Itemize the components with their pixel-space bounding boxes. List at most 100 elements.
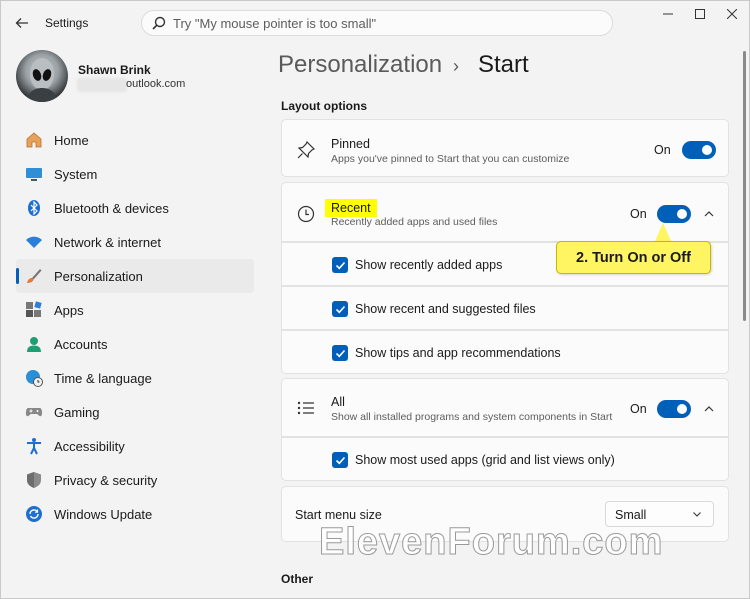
sidebar-item-label: Network & internet [54, 234, 161, 250]
sidebar-item-label: Accessibility [54, 438, 125, 454]
sidebar-item-label: Bluetooth & devices [54, 200, 169, 216]
sidebar-item-network[interactable]: Network & internet [16, 225, 254, 259]
update-icon [25, 505, 43, 523]
search-input[interactable] [173, 15, 593, 32]
chevron-up-icon[interactable] [702, 402, 716, 416]
show-tips-checkbox[interactable] [332, 345, 348, 361]
sidebar-item-label: Time & language [54, 370, 152, 386]
pinned-title: Pinned [331, 137, 370, 151]
page-title: Start [478, 51, 529, 78]
sidebar-item-time-language[interactable]: Time & language [16, 361, 254, 395]
app-title: Settings [45, 16, 89, 30]
wifi-icon [25, 233, 43, 251]
sidebar-item-personalization[interactable]: Personalization [16, 259, 254, 293]
sidebar-item-windows-update[interactable]: Windows Update [16, 497, 254, 531]
sidebar-item-label: Home [54, 132, 89, 148]
checkmark-icon [335, 305, 345, 313]
all-title: All [331, 395, 345, 409]
brush-icon [25, 267, 43, 285]
search-box[interactable] [141, 10, 613, 36]
sidebar-item-accessibility[interactable]: Accessibility [16, 429, 254, 463]
email-redaction [77, 78, 127, 92]
close-button[interactable] [717, 7, 747, 21]
sidebar-item-gaming[interactable]: Gaming [16, 395, 254, 429]
all-toggle-state: On [630, 402, 647, 416]
sidebar-item-home[interactable]: Home [16, 123, 254, 157]
accessibility-icon [25, 437, 43, 455]
checkbox-label: Show recent and suggested files [355, 302, 536, 316]
sidebar-item-privacy[interactable]: Privacy & security [16, 463, 254, 497]
all-toggle[interactable] [657, 400, 691, 418]
checkbox-label: Show most used apps (grid and list views… [355, 453, 615, 467]
section-title-other: Other [281, 572, 314, 586]
search-icon [152, 16, 166, 30]
sidebar-item-accounts[interactable]: Accounts [16, 327, 254, 361]
sidebar-item-label: Accounts [54, 336, 108, 352]
scrollbar[interactable] [743, 51, 746, 321]
checkmark-icon [335, 456, 345, 464]
monitor-icon [25, 165, 43, 183]
list-icon [296, 398, 316, 418]
sidebar-item-system[interactable]: System [16, 157, 254, 191]
maximize-button[interactable] [685, 7, 715, 21]
title-bar: Settings [1, 1, 750, 45]
breadcrumb-separator: › [453, 56, 459, 76]
annotation-callout: 2. Turn On or Off [556, 241, 711, 274]
recent-title: Recent [325, 199, 377, 217]
dropdown-value: Small [615, 508, 647, 522]
all-subtitle: Show all installed programs and system c… [331, 411, 613, 423]
shield-icon [25, 471, 43, 489]
gamepad-icon [25, 403, 43, 421]
back-arrow-icon [15, 18, 28, 28]
sidebar-item-label: Privacy & security [54, 472, 158, 488]
clock-icon [296, 204, 316, 224]
maximize-icon [695, 9, 705, 19]
sidebar-item-label: Windows Update [54, 506, 153, 522]
watermark: ElevenForum.com [318, 521, 664, 564]
chevron-up-icon[interactable] [702, 207, 716, 221]
list-item: Show tips and app recommendations [281, 330, 729, 374]
checkmark-icon [335, 261, 345, 269]
sidebar-item-label: Gaming [54, 404, 100, 420]
chevron-down-icon [691, 508, 703, 520]
breadcrumb-parent[interactable]: Personalization [278, 51, 442, 79]
pinned-toggle[interactable] [682, 141, 716, 159]
sidebar-item-bluetooth[interactable]: Bluetooth & devices [16, 191, 254, 225]
section-title-layout: Layout options [281, 99, 367, 113]
sidebar-nav: Home System Bluetooth & devices Network … [16, 123, 254, 531]
sidebar-item-label: Personalization [54, 268, 143, 284]
home-icon [25, 131, 43, 149]
show-most-used-checkbox[interactable] [332, 452, 348, 468]
start-menu-size-label: Start menu size [295, 508, 382, 522]
recent-subtitle: Recently added apps and used files [331, 216, 498, 228]
sidebar-item-label: Apps [54, 302, 84, 318]
checkbox-label: Show recently added apps [355, 258, 503, 272]
show-recent-files-checkbox[interactable] [332, 301, 348, 317]
sidebar-item-label: System [54, 166, 98, 182]
person-icon [25, 335, 43, 353]
list-item: Show most used apps (grid and list views… [281, 437, 729, 481]
pin-icon [296, 140, 316, 160]
bluetooth-icon [25, 199, 43, 217]
settings-window: Settings Shawn Brink outlook.com [0, 0, 750, 599]
all-setting-card[interactable]: All Show all installed programs and syst… [281, 378, 729, 437]
close-icon [727, 9, 737, 19]
pinned-toggle-state: On [654, 143, 671, 157]
show-recently-added-checkbox[interactable] [332, 257, 348, 273]
back-button[interactable] [11, 12, 33, 34]
avatar[interactable] [16, 50, 68, 102]
callout-pointer [655, 223, 671, 241]
checkbox-label: Show tips and app recommendations [355, 346, 561, 360]
sidebar-item-apps[interactable]: Apps [16, 293, 254, 327]
minimize-button[interactable] [653, 7, 683, 21]
recent-toggle[interactable] [657, 205, 691, 223]
apps-icon [25, 301, 43, 319]
checkmark-icon [335, 349, 345, 357]
pinned-subtitle: Apps you've pinned to Start that you can… [331, 153, 570, 165]
user-name: Shawn Brink [78, 63, 151, 77]
globe-clock-icon [25, 369, 43, 387]
list-item: Show recent and suggested files [281, 286, 729, 330]
pinned-setting-card: Pinned Apps you've pinned to Start that … [281, 119, 729, 177]
user-email: outlook.com [126, 78, 186, 90]
minimize-icon [663, 13, 673, 15]
